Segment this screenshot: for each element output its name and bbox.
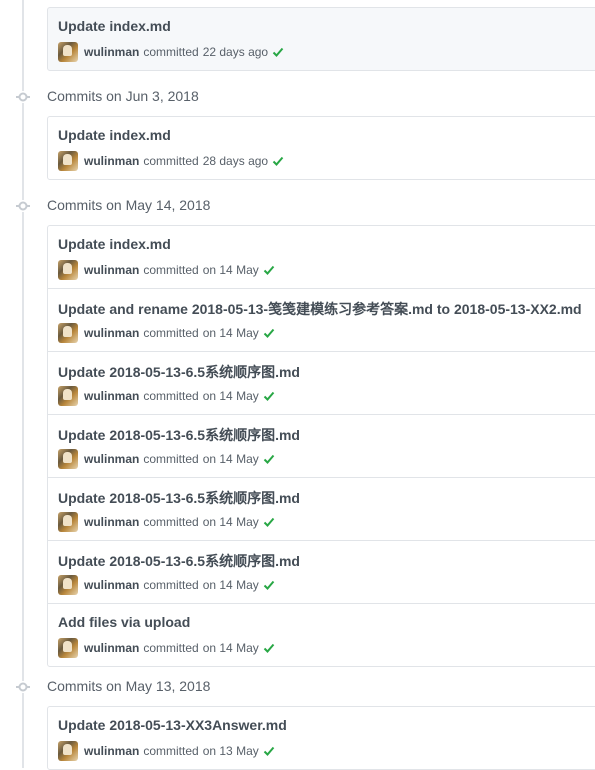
committed-label: committed bbox=[143, 263, 199, 277]
committed-label: committed bbox=[143, 515, 199, 529]
commit-message-link[interactable]: Update index.md bbox=[58, 127, 171, 143]
commit-time: 22 days ago bbox=[202, 45, 269, 59]
commit-time: on 14 May bbox=[202, 452, 259, 466]
author-avatar[interactable] bbox=[58, 512, 78, 532]
commit-node-icon bbox=[16, 91, 30, 103]
commit-time: on 14 May bbox=[202, 641, 259, 655]
author-link[interactable]: wulinman bbox=[84, 263, 139, 277]
committed-label: committed bbox=[143, 326, 199, 340]
check-icon[interactable] bbox=[263, 745, 275, 757]
committed-label: committed bbox=[143, 744, 199, 758]
commit-meta: wulinman committed 28 days ago bbox=[58, 151, 284, 171]
commit-message-link[interactable]: Update index.md bbox=[58, 236, 171, 252]
commit-row[interactable]: Update index.md wulinman committed on 14… bbox=[48, 226, 595, 288]
commit-group-header: Commits on May 14, 2018 bbox=[0, 194, 595, 218]
check-icon[interactable] bbox=[263, 642, 275, 654]
commit-message-link[interactable]: Update 2018-05-13-6.5系统顺序图.md bbox=[58, 425, 300, 445]
commit-time: 28 days ago bbox=[202, 154, 269, 168]
committed-label: committed bbox=[143, 452, 199, 466]
commit-row[interactable]: Add files via upload wulinman committed … bbox=[48, 603, 595, 666]
commit-time: on 14 May bbox=[202, 515, 259, 529]
author-link[interactable]: wulinman bbox=[84, 578, 139, 592]
commit-message-link[interactable]: Add files via upload bbox=[58, 614, 190, 630]
author-avatar[interactable] bbox=[58, 151, 78, 171]
check-icon[interactable] bbox=[263, 516, 275, 528]
commit-node-icon bbox=[16, 681, 30, 693]
author-link[interactable]: wulinman bbox=[84, 515, 139, 529]
author-link[interactable]: wulinman bbox=[84, 45, 139, 59]
commit-meta: wulinman committed on 14 May bbox=[58, 449, 275, 469]
commit-row[interactable]: Update index.md wulinman committed 22 da… bbox=[48, 8, 595, 70]
commit-message-link[interactable]: Update 2018-05-13-6.5系统顺序图.md bbox=[58, 488, 300, 508]
check-icon[interactable] bbox=[263, 453, 275, 465]
author-link[interactable]: wulinman bbox=[84, 389, 139, 403]
author-link[interactable]: wulinman bbox=[84, 326, 139, 340]
check-icon[interactable] bbox=[272, 155, 284, 167]
author-link[interactable]: wulinman bbox=[84, 641, 139, 655]
commit-row[interactable]: Update 2018-05-13-6.5系统顺序图.md wulinman c… bbox=[48, 540, 595, 603]
committed-label: committed bbox=[143, 389, 199, 403]
committed-label: committed bbox=[143, 578, 199, 592]
commit-meta: wulinman committed on 13 May bbox=[58, 741, 275, 761]
commit-row[interactable]: Update and rename 2018-05-13-笺笺建模练习参考答案.… bbox=[48, 288, 595, 351]
committed-label: committed bbox=[143, 45, 199, 59]
commit-time: on 13 May bbox=[202, 744, 259, 758]
author-link[interactable]: wulinman bbox=[84, 744, 139, 758]
check-icon[interactable] bbox=[263, 390, 275, 402]
timeline-line bbox=[22, 0, 24, 768]
commit-row[interactable]: Update index.md wulinman committed 28 da… bbox=[48, 117, 595, 179]
commit-meta: wulinman committed on 14 May bbox=[58, 638, 275, 658]
check-icon[interactable] bbox=[263, 579, 275, 591]
commit-meta: wulinman committed 22 days ago bbox=[58, 42, 284, 62]
commit-meta: wulinman committed on 14 May bbox=[58, 323, 275, 343]
commit-meta: wulinman committed on 14 May bbox=[58, 386, 275, 406]
author-avatar[interactable] bbox=[58, 449, 78, 469]
author-avatar[interactable] bbox=[58, 260, 78, 280]
commit-message-link[interactable]: Update 2018-05-13-XX3Answer.md bbox=[58, 717, 287, 733]
commit-group-title: Commits on May 13, 2018 bbox=[47, 678, 211, 694]
committed-label: committed bbox=[143, 154, 199, 168]
commit-message-link[interactable]: Update index.md bbox=[58, 18, 171, 34]
commit-time: on 14 May bbox=[202, 389, 259, 403]
check-icon[interactable] bbox=[263, 327, 275, 339]
author-avatar[interactable] bbox=[58, 741, 78, 761]
author-link[interactable]: wulinman bbox=[84, 452, 139, 466]
commit-node-icon bbox=[16, 200, 30, 212]
author-link[interactable]: wulinman bbox=[84, 154, 139, 168]
commit-group-header: Commits on May 13, 2018 bbox=[0, 675, 595, 699]
check-icon[interactable] bbox=[272, 46, 284, 58]
author-avatar[interactable] bbox=[58, 575, 78, 595]
commit-list: Update index.md wulinman committed on 14… bbox=[47, 225, 595, 667]
commit-group-title: Commits on Jun 3, 2018 bbox=[47, 88, 199, 104]
commit-time: on 14 May bbox=[202, 326, 259, 340]
commit-time: on 14 May bbox=[202, 578, 259, 592]
commit-message-link[interactable]: Update and rename 2018-05-13-笺笺建模练习参考答案.… bbox=[58, 299, 582, 319]
commit-row[interactable]: Update 2018-05-13-6.5系统顺序图.md wulinman c… bbox=[48, 351, 595, 414]
commit-group-header: Commits on Jun 3, 2018 bbox=[0, 85, 595, 109]
author-avatar[interactable] bbox=[58, 42, 78, 62]
commit-group-title: Commits on May 14, 2018 bbox=[47, 197, 211, 213]
commit-row[interactable]: Update 2018-05-13-6.5系统顺序图.md wulinman c… bbox=[48, 477, 595, 540]
commit-message-link[interactable]: Update 2018-05-13-6.5系统顺序图.md bbox=[58, 551, 300, 571]
commit-row[interactable]: Update 2018-05-13-XX3Answer.md wulinman … bbox=[48, 707, 595, 769]
commit-list: Update index.md wulinman committed 22 da… bbox=[47, 7, 595, 71]
commit-list: Update index.md wulinman committed 28 da… bbox=[47, 116, 595, 180]
author-avatar[interactable] bbox=[58, 386, 78, 406]
commit-meta: wulinman committed on 14 May bbox=[58, 512, 275, 532]
check-icon[interactable] bbox=[263, 264, 275, 276]
commit-time: on 14 May bbox=[202, 263, 259, 277]
author-avatar[interactable] bbox=[58, 323, 78, 343]
commit-list: Update 2018-05-13-XX3Answer.md wulinman … bbox=[47, 706, 595, 770]
commit-row[interactable]: Update 2018-05-13-6.5系统顺序图.md wulinman c… bbox=[48, 414, 595, 477]
commit-message-link[interactable]: Update 2018-05-13-6.5系统顺序图.md bbox=[58, 362, 300, 382]
commit-meta: wulinman committed on 14 May bbox=[58, 575, 275, 595]
committed-label: committed bbox=[143, 641, 199, 655]
commit-meta: wulinman committed on 14 May bbox=[58, 260, 275, 280]
author-avatar[interactable] bbox=[58, 638, 78, 658]
